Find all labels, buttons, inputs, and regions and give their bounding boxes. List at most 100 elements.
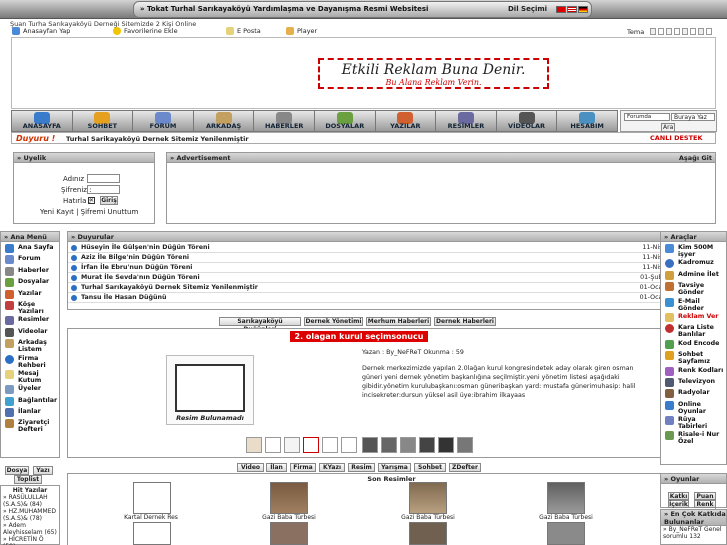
tool-item[interactable]: Risale-i Nur Özel — [661, 431, 726, 445]
theme-swatch[interactable] — [698, 28, 704, 35]
theme-swatch[interactable] — [706, 28, 712, 35]
live-support-link[interactable]: CANLI DESTEK — [650, 134, 703, 142]
remember-checkbox[interactable]: ✕ — [88, 197, 95, 204]
flag-de-icon[interactable] — [578, 6, 588, 13]
recent-photo[interactable] — [547, 482, 585, 514]
media-tab-resim[interactable]: Resim — [348, 463, 375, 472]
player-link[interactable]: Player — [286, 27, 317, 35]
media-tab-zdefter[interactable]: ZDefter — [449, 463, 481, 472]
theme-swatch[interactable] — [674, 28, 680, 35]
news-thumb[interactable] — [265, 437, 281, 453]
tool-item[interactable]: Sohbet Sayfamız — [661, 351, 726, 365]
media-tab-ilan[interactable]: İlan — [266, 463, 287, 472]
tab-weddings[interactable]: Sarıkayaköyü Duğünleri — [219, 317, 301, 333]
news-thumb[interactable] — [303, 437, 319, 453]
recent-photo[interactable] — [133, 482, 171, 514]
menu-item[interactable]: Firma Rehberi — [1, 354, 59, 369]
tool-item[interactable]: Tavsiye Gönder — [661, 282, 726, 296]
announcement-row[interactable]: Hüseyin İle Gülşen'nin Düğün Töreni11-Ni… — [68, 243, 715, 253]
menu-item[interactable]: Yazılar — [1, 289, 59, 300]
news-thumb[interactable] — [381, 437, 397, 453]
flag-uk-icon[interactable] — [567, 6, 577, 13]
tab-obituary[interactable]: Merhum Haberleri — [366, 317, 431, 326]
hit-item[interactable]: » RASÜLULLAH (S.A.S)& (84) — [3, 494, 57, 508]
email-link[interactable]: E Posta — [226, 27, 261, 35]
news-thumb[interactable] — [341, 437, 357, 453]
homepage-link[interactable]: Anasayfan Yap — [12, 27, 70, 35]
tool-item[interactable]: Online Oyunlar — [661, 400, 726, 415]
tool-item[interactable]: Kadromuz — [661, 259, 726, 269]
nav-anasayfa[interactable]: ANASAYFA — [12, 111, 73, 131]
tool-item[interactable]: Admine İlet — [661, 270, 726, 281]
menu-item[interactable]: Arkadaş Listem — [1, 339, 59, 353]
register-links[interactable]: Yeni Kayıt | Şifremi Unuttum — [40, 208, 138, 216]
theme-swatch[interactable] — [690, 28, 696, 35]
tool-item[interactable]: Radyolar — [661, 389, 726, 399]
menu-item[interactable]: Forum — [1, 255, 59, 265]
hit-item[interactable]: » Adem Aleyhisselam (65) — [3, 522, 57, 536]
recent-photo[interactable] — [409, 522, 447, 545]
scroll-down-link[interactable]: Aşağı Git — [679, 153, 712, 163]
theme-swatch[interactable] — [682, 28, 688, 35]
tool-item[interactable]: Renk Kodları — [661, 366, 726, 377]
nav-hesabim[interactable]: HESABIM — [557, 111, 617, 131]
recent-photo[interactable] — [270, 482, 308, 514]
renk-button[interactable]: Renk — [694, 500, 716, 508]
nav-dosyalar[interactable]: DOSYALAR — [315, 111, 376, 131]
menu-item[interactable]: Haberler — [1, 266, 59, 277]
contributor-row[interactable]: » By_NeFReT Genel — [661, 526, 726, 533]
ad-box[interactable]: Etkili Reklam Buna Denir. Bu Alana Rekla… — [318, 58, 549, 89]
news-thumb[interactable] — [438, 437, 454, 453]
theme-swatch[interactable] — [658, 28, 664, 35]
media-tab-sohbet[interactable]: Sohbet — [414, 463, 446, 472]
menu-item[interactable]: Resimler — [1, 316, 59, 326]
announcement-row[interactable]: Aziz İle Bilge'nin Düğün Töreni11-Nis-20… — [68, 253, 715, 263]
news-thumb[interactable] — [457, 437, 473, 453]
search-scope-select[interactable]: Forumda — [624, 113, 670, 121]
puan-button[interactable]: Puan — [694, 492, 716, 500]
menu-item[interactable]: Bağlantılar — [1, 396, 59, 407]
tool-item[interactable]: Rüya Tabirleri — [661, 416, 726, 430]
announcement-row[interactable]: Murat İle Sevda'nın Düğün Töreni01-Şub-2… — [68, 273, 715, 283]
menu-item[interactable]: Ana Sayfa — [1, 244, 59, 254]
nav-forum[interactable]: FORUM — [133, 111, 194, 131]
nav-arkadas[interactable]: ARKADAŞ — [194, 111, 255, 131]
flag-tr-icon[interactable] — [556, 6, 566, 13]
menu-item[interactable]: Üyeler — [1, 385, 59, 395]
announcement-row[interactable]: Turhal Sarıkayaköyü Dernek Sitemiz Yenil… — [68, 283, 715, 293]
nav-resimler[interactable]: RESİMLER — [436, 111, 497, 131]
icerik-button[interactable]: İçerik — [668, 500, 689, 508]
news-thumb[interactable] — [322, 437, 338, 453]
announcement-row[interactable]: Tansu İle Hasan Düğünü01-Oca-2009 00:00:… — [68, 293, 715, 303]
search-button[interactable]: Ara — [661, 123, 676, 132]
recent-photo[interactable] — [409, 482, 447, 514]
tool-item[interactable]: Televizyon — [661, 377, 726, 388]
login-button[interactable]: Giriş — [100, 196, 118, 205]
announcement-row[interactable]: İrfan İle Ebru'nun Düğün Töreni11-Nis-20… — [68, 263, 715, 273]
menu-item[interactable]: Ziyaretçi Defteri — [1, 419, 59, 433]
news-thumb[interactable] — [284, 437, 300, 453]
nav-haberler[interactable]: HABERLER — [254, 111, 315, 131]
menu-item[interactable]: Mesaj Kutum — [1, 369, 59, 384]
nav-videolar[interactable]: VİDEOLAR — [497, 111, 558, 131]
news-headline[interactable]: 2. olagan kurul seçimsonucu — [290, 331, 428, 342]
recent-photo[interactable] — [270, 522, 308, 545]
theme-swatch[interactable] — [666, 28, 672, 35]
menu-item[interactable]: Köşe Yazıları — [1, 300, 59, 315]
media-tab-video[interactable]: Video — [237, 463, 264, 472]
tab-association-news[interactable]: Dernek Haberleri — [434, 317, 496, 326]
tab-dosya[interactable]: Dosya — [5, 466, 29, 475]
hit-item[interactable]: » HİCRETİN Ö (58) — [3, 536, 57, 545]
tool-item[interactable]: Kod Encode — [661, 339, 726, 350]
media-tab-yarisma[interactable]: Yarışma — [378, 463, 411, 472]
tool-item[interactable]: Kara Liste Banlılar — [661, 324, 726, 338]
password-input[interactable] — [87, 185, 120, 194]
menu-item[interactable]: İlanlar — [1, 408, 59, 418]
media-tab-kyazi[interactable]: KYazı — [319, 463, 345, 472]
menu-item[interactable]: Videolar — [1, 327, 59, 338]
news-thumb[interactable] — [246, 437, 262, 453]
recent-photo[interactable] — [547, 522, 585, 545]
username-input[interactable] — [87, 174, 120, 183]
nav-yazilar[interactable]: YAZILAR — [376, 111, 437, 131]
media-tab-firma[interactable]: Firma — [290, 463, 316, 472]
